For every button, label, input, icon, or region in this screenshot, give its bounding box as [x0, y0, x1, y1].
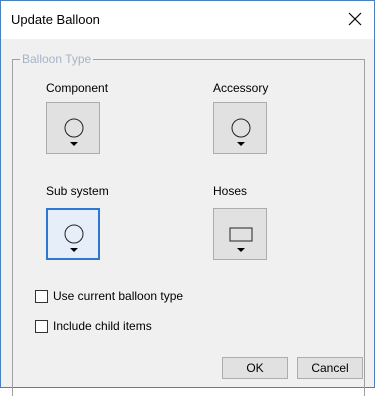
sub-system-label: Sub system: [46, 184, 109, 198]
sub-system-type-button[interactable]: [46, 208, 100, 260]
accessory-type-button[interactable]: [213, 102, 267, 154]
title-bar: Update Balloon: [1, 1, 374, 39]
circle-balloon-icon: [64, 224, 84, 252]
balloon-type-legend: Balloon Type: [20, 52, 94, 66]
include-child-items-label: Include child items: [53, 319, 152, 333]
close-icon: [348, 12, 362, 26]
hoses-label: Hoses: [213, 184, 248, 198]
circle-balloon-icon: [231, 118, 251, 146]
update-balloon-dialog: Update Balloon Balloon Type Component Ac…: [0, 0, 375, 396]
include-child-items-checkbox[interactable]: Include child items: [35, 319, 152, 333]
cancel-button[interactable]: Cancel: [297, 357, 363, 379]
use-current-balloon-type-label: Use current balloon type: [53, 289, 184, 303]
ok-button[interactable]: OK: [222, 357, 288, 379]
checkbox-box[interactable]: [35, 319, 48, 333]
component-type-button[interactable]: [46, 102, 100, 154]
circle-balloon-icon: [64, 118, 84, 146]
close-button[interactable]: [338, 3, 372, 35]
accessory-label: Accessory: [213, 81, 269, 95]
hoses-type-button[interactable]: [213, 208, 267, 260]
checkbox-box[interactable]: [35, 289, 48, 303]
rectangle-balloon-icon: [229, 227, 253, 252]
component-label: Component: [46, 81, 109, 95]
dialog-title: Update Balloon: [11, 12, 100, 27]
use-current-balloon-type-checkbox[interactable]: Use current balloon type: [35, 289, 183, 303]
